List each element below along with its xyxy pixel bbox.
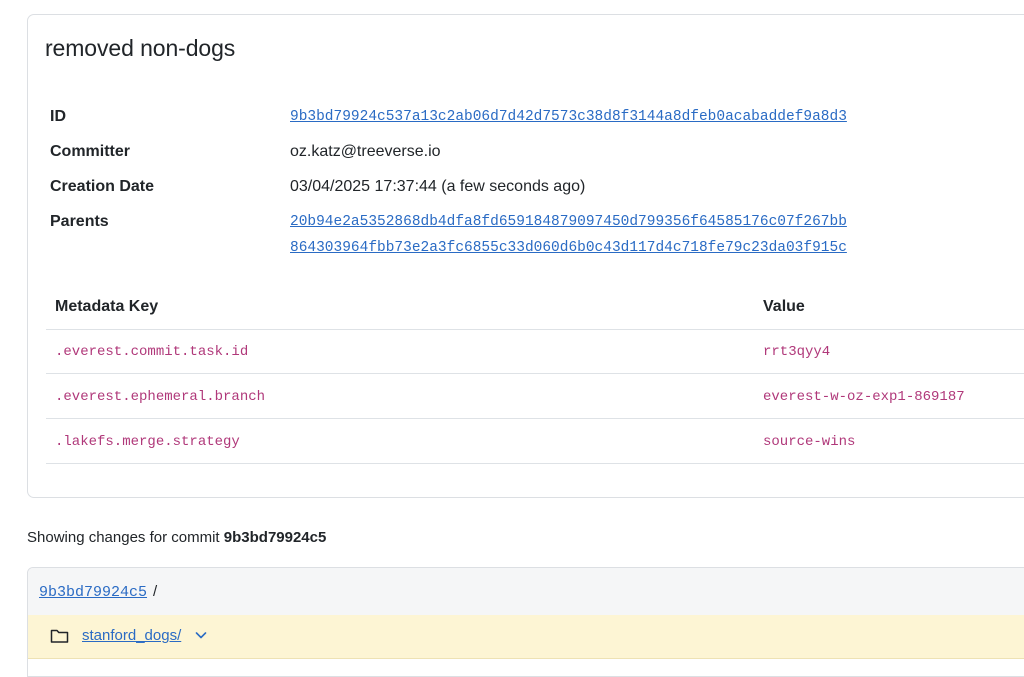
breadcrumb-commit-link[interactable]: 9b3bd79924c5 bbox=[39, 584, 147, 601]
creation-date-label: Creation Date bbox=[50, 178, 155, 195]
changes-tree: 9b3bd79924c5 / stanford_dogs/ bbox=[27, 567, 1024, 677]
breadcrumb: 9b3bd79924c5 / bbox=[39, 583, 157, 601]
committer-value: oz.katz@treeverse.io bbox=[290, 143, 441, 160]
metadata-key: .everest.commit.task.id bbox=[55, 344, 249, 360]
committer-label: Committer bbox=[50, 143, 131, 160]
metadata-key: .lakefs.merge.strategy bbox=[55, 434, 240, 450]
metadata-key-header: Metadata Key bbox=[55, 298, 159, 315]
parent-commit-link[interactable]: 20b94e2a5352868db4dfa8fd659184879097450d… bbox=[290, 214, 847, 230]
parent-commit-link[interactable]: 864303964fbb73e2a3fc6855c33d060d6b0c43d1… bbox=[290, 240, 847, 256]
metadata-value: rrt3qyy4 bbox=[763, 344, 831, 360]
chevron-down-icon[interactable] bbox=[195, 631, 207, 640]
metadata-row: .everest.commit.task.id rrt3qyy4 bbox=[46, 330, 1024, 374]
changes-commit-short: 9b3bd79924c5 bbox=[223, 529, 327, 546]
metadata-key: .everest.ephemeral.branch bbox=[55, 389, 266, 405]
id-label: ID bbox=[50, 108, 66, 125]
changes-caption: Showing changes for commit 9b3bd79924c5 bbox=[27, 529, 326, 546]
directory-link[interactable]: stanford_dogs/ bbox=[82, 627, 181, 644]
commit-card: removed non-dogs ID 9b3bd79924c537a13c2a… bbox=[27, 14, 1024, 498]
creation-date-value: 03/04/2025 17:37:44 (a few seconds ago) bbox=[290, 178, 586, 195]
breadcrumb-separator: / bbox=[153, 583, 158, 600]
parents-label: Parents bbox=[50, 213, 109, 230]
folder-icon bbox=[50, 629, 69, 643]
changes-caption-prefix: Showing changes for commit bbox=[27, 529, 220, 546]
metadata-value-header: Value bbox=[763, 298, 805, 315]
tree-breadcrumb-bar: 9b3bd79924c5 / bbox=[28, 568, 1024, 616]
metadata-table-header: Metadata Key Value bbox=[46, 287, 1024, 330]
metadata-row: .everest.ephemeral.branch everest-w-oz-e… bbox=[46, 375, 1024, 419]
commit-title: removed non-dogs bbox=[45, 35, 236, 61]
tree-entry-row[interactable]: stanford_dogs/ bbox=[28, 615, 1024, 659]
metadata-value: everest-w-oz-exp1-869187 bbox=[763, 389, 965, 405]
commit-id-link[interactable]: 9b3bd79924c537a13c2ab06d7d42d7573c38d8f3… bbox=[290, 109, 847, 125]
metadata-row: .lakefs.merge.strategy source-wins bbox=[46, 420, 1024, 464]
metadata-value: source-wins bbox=[763, 434, 856, 450]
